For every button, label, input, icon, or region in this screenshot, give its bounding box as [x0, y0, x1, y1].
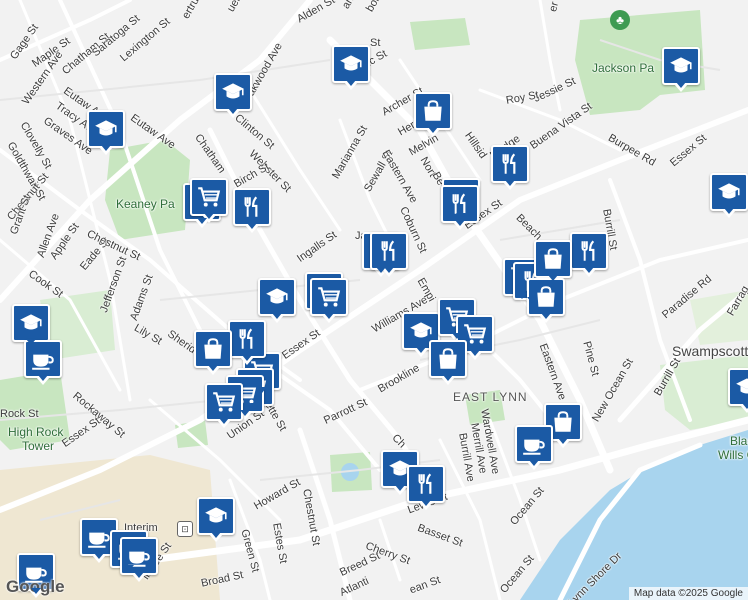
- tree-icon[interactable]: ♣: [610, 10, 630, 30]
- poi-marker-shopping[interactable]: [414, 92, 452, 137]
- school-icon: [93, 116, 119, 142]
- poi-marker-cafe[interactable]: [24, 340, 62, 385]
- poi-marker-school[interactable]: [197, 497, 235, 542]
- coffee-cup-icon: [86, 524, 112, 550]
- poi-marker-school[interactable]: [332, 45, 370, 90]
- place-label-wills: Wills Cl: [718, 448, 748, 462]
- map-canvas[interactable]: Gage St Maple St Western Ave Chatham St …: [0, 0, 748, 600]
- poi-marker-school[interactable]: [12, 304, 50, 349]
- poi-marker-restaurant[interactable]: [491, 145, 529, 190]
- poi-marker-grocery[interactable]: [310, 278, 348, 323]
- school-icon: [716, 179, 742, 205]
- school-icon: [203, 503, 229, 529]
- poi-marker-shopping[interactable]: [534, 240, 572, 285]
- poi-marker-school[interactable]: [87, 110, 125, 155]
- restaurant-icon: [376, 238, 402, 264]
- school-icon: [264, 284, 290, 310]
- school-icon: [18, 310, 44, 336]
- coffee-cup-icon: [521, 431, 547, 457]
- park-area-north: [410, 18, 470, 50]
- place-label-black: Black: [730, 434, 748, 448]
- place-label-keaney-park: Keaney Pa: [116, 197, 175, 211]
- place-label-east-lynn: EAST LYNN: [453, 390, 528, 404]
- school-icon: [220, 79, 246, 105]
- keaney-park-area: [105, 140, 190, 240]
- grocery-cart-icon: [211, 389, 237, 415]
- restaurant-icon: [413, 471, 439, 497]
- poi-marker-shopping[interactable]: [429, 340, 467, 385]
- poi-marker-school[interactable]: [258, 278, 296, 323]
- street-label: St: [370, 37, 381, 49]
- grocery-cart-icon: [196, 184, 222, 210]
- poi-marker-school[interactable]: [710, 173, 748, 218]
- school-icon: [734, 374, 748, 400]
- poi-marker-restaurant[interactable]: [233, 188, 271, 233]
- poi-marker-school[interactable]: [728, 368, 748, 413]
- poi-marker-restaurant[interactable]: [228, 320, 266, 365]
- restaurant-icon: [239, 194, 265, 220]
- poi-marker-shopping[interactable]: [194, 330, 232, 375]
- shopping-bag-icon: [435, 346, 461, 372]
- restaurant-icon: [497, 151, 523, 177]
- restaurant-icon: [576, 238, 602, 264]
- coffee-cup-icon: [30, 346, 56, 372]
- place-label-jackson-park: Jackson Pa: [592, 61, 655, 75]
- street-label: Rock St: [0, 408, 39, 420]
- shopping-bag-icon: [200, 336, 226, 362]
- poi-marker-cafe[interactable]: [515, 425, 553, 470]
- poi-marker-restaurant[interactable]: [570, 232, 608, 277]
- google-logo: Google: [6, 577, 65, 596]
- school-icon: [338, 51, 364, 77]
- poi-marker-school[interactable]: [214, 73, 252, 118]
- shopping-bag-icon: [420, 98, 446, 124]
- place-label-high-rock: High Rock: [8, 425, 64, 439]
- place-label-swampscott: Swampscott: [672, 343, 748, 359]
- shopping-bag-icon: [550, 409, 576, 435]
- poi-marker-grocery[interactable]: [205, 383, 243, 428]
- restaurant-icon: [234, 326, 260, 352]
- poi-marker-restaurant[interactable]: [370, 232, 408, 277]
- shopping-bag-icon: [540, 246, 566, 272]
- ocean: [520, 430, 748, 600]
- poi-marker-school[interactable]: [662, 47, 700, 92]
- poi-marker-restaurant[interactable]: [407, 465, 445, 510]
- train-icon[interactable]: ⊡: [177, 521, 193, 537]
- school-icon: [668, 53, 694, 79]
- place-label-tower: Tower: [22, 439, 55, 453]
- poi-marker-grocery[interactable]: [190, 178, 228, 223]
- map-attribution[interactable]: Map data ©2025 Google: [628, 587, 748, 600]
